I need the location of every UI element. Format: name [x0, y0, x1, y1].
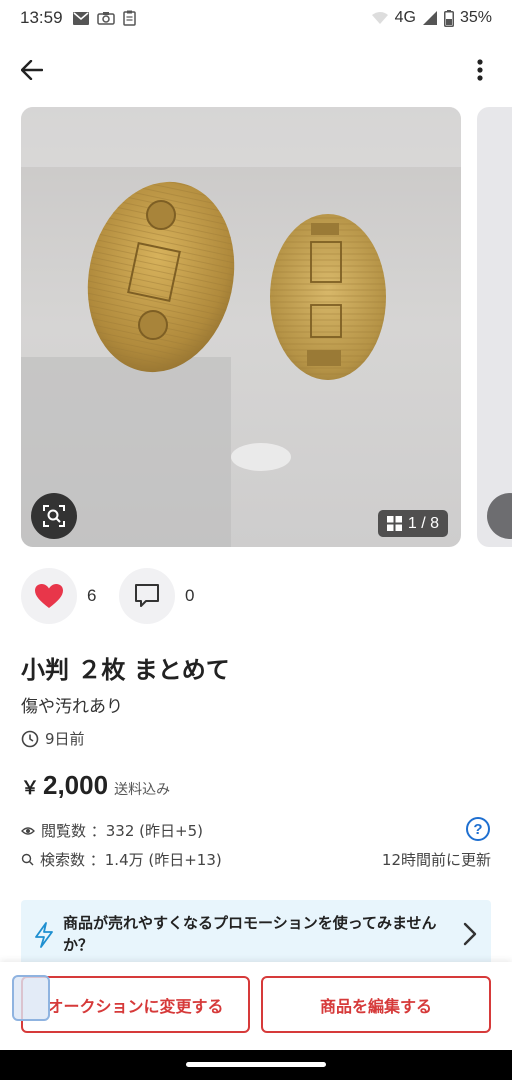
clock-icon — [21, 730, 39, 747]
battery-level: 35% — [459, 9, 492, 26]
status-bar: 13:59 4G 35% — [0, 0, 512, 36]
change-to-auction-button[interactable]: オークションに変更する — [21, 976, 250, 1033]
views-text: 閲覧数 ：332 (昨日+5) — [41, 822, 203, 840]
item-price: ￥ 2,000 送料込み — [21, 770, 170, 801]
wifi-icon — [371, 12, 388, 24]
item-photo[interactable]: 1 / 8 — [21, 107, 461, 547]
item-condition: 傷や汚れあり — [21, 697, 123, 717]
status-right: 4G 35% — [371, 9, 492, 27]
price-amount: 2,000 — [43, 770, 109, 800]
edit-item-button[interactable]: 商品を編集する — [261, 976, 491, 1033]
eye-icon — [21, 826, 35, 835]
more-options-button[interactable] — [462, 52, 498, 88]
posted-time: 9日前 — [21, 728, 85, 749]
bolt-icon — [35, 922, 53, 948]
help-icon[interactable]: ? — [466, 817, 490, 841]
battery-icon — [443, 9, 454, 27]
updated-time: 12時間前に更新 — [381, 851, 491, 869]
coin-photo-image — [21, 107, 461, 547]
mail-icon — [72, 11, 89, 25]
comment-icon — [135, 584, 159, 607]
status-notification-icons — [72, 10, 136, 26]
next-photo-preview[interactable] — [477, 107, 512, 547]
search-count-text: 検索数 ：1.4万 (昨日+13) — [40, 851, 222, 869]
shipping-note: 送料込み — [114, 782, 171, 798]
like-count: 6 — [87, 586, 97, 605]
back-arrow-icon — [21, 60, 43, 80]
search-stat: 検索数 ：1.4万 (昨日+13) — [21, 849, 222, 870]
item-title: 小判 ２枚 まとめて — [21, 656, 230, 684]
system-nav-bar — [0, 1050, 512, 1080]
signal-icon — [422, 11, 437, 25]
clipboard-icon — [122, 10, 136, 26]
promotion-text: 商品が売れやすくなるプロモーションを使ってみませんか？ — [63, 914, 437, 954]
bottom-action-bar: オークションに変更する 商品を編集する — [0, 962, 512, 1050]
chevron-right-icon — [463, 922, 477, 946]
currency-symbol: ￥ — [21, 778, 39, 799]
reaction-row: 6 0 — [21, 568, 217, 624]
posted-time-text: 9日前 — [45, 730, 85, 748]
home-gesture-handle[interactable] — [186, 1062, 326, 1067]
photo-counter-text: 1 / 8 — [407, 514, 439, 532]
screen: 13:59 4G 35% 1 / 8 6 0 小判 ２枚 まとめて 傷や汚れあり… — [0, 0, 512, 1050]
more-vert-icon — [477, 59, 483, 81]
search-icon — [21, 853, 34, 866]
app-bar — [0, 44, 512, 96]
lens-search-icon — [43, 505, 65, 527]
grid-icon — [386, 516, 402, 531]
photo-counter[interactable]: 1 / 8 — [377, 510, 448, 537]
comment-button[interactable] — [119, 568, 175, 624]
back-button[interactable] — [14, 52, 50, 88]
image-search-button[interactable] — [31, 493, 77, 539]
like-button[interactable] — [21, 568, 77, 624]
views-stat: 閲覧数 ：332 (昨日+5) — [21, 820, 203, 841]
heart-icon — [35, 584, 63, 608]
status-time: 13:59 — [20, 8, 63, 27]
floating-overlay-icon[interactable] — [12, 975, 50, 1021]
comment-count: 0 — [185, 586, 195, 605]
network-type: 4G — [394, 9, 416, 26]
camera-icon — [96, 12, 115, 25]
next-photo-lens-button — [487, 493, 512, 539]
